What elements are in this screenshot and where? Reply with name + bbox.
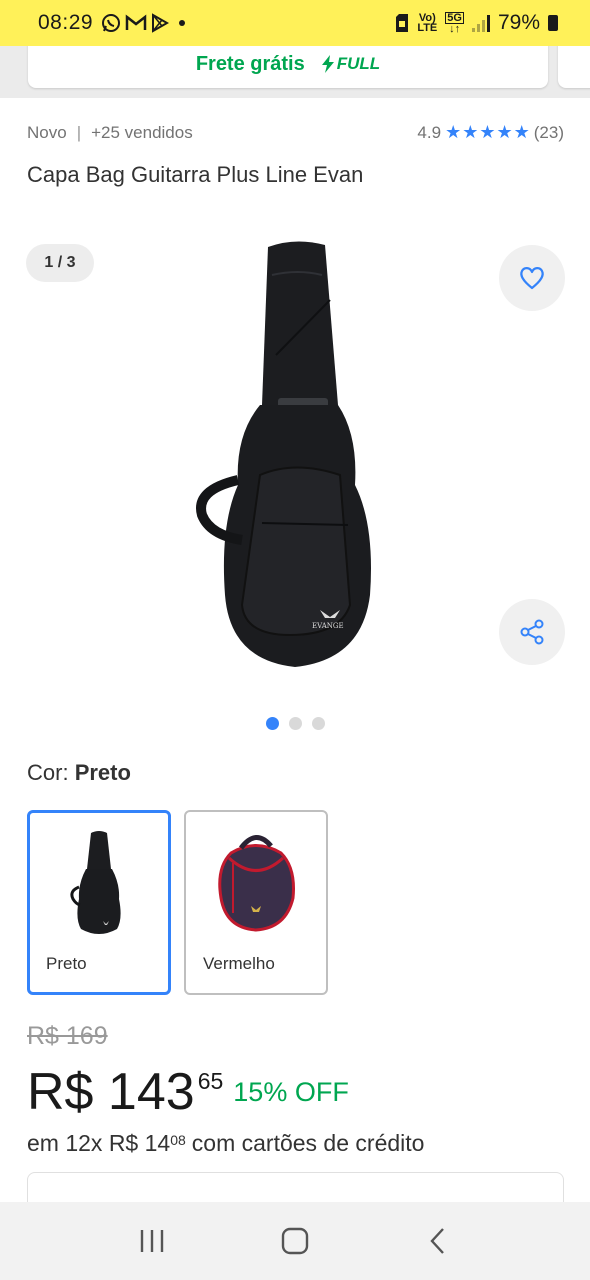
price-cents: 65 [197,1068,224,1094]
pagination-dot[interactable] [311,717,325,730]
black-bag-thumbnail [70,831,121,934]
installment-prefix: em 12x R$ 14 [27,1130,171,1156]
free-shipping-card[interactable]: Frete grátis FULL [28,46,548,88]
status-bar: 08:29 Vo) LTE 5G ↓↑ 79% [0,0,590,46]
star-icon: ★ [462,122,479,142]
installment-info[interactable]: em 12x R$ 14 08 com cartões de crédito [27,1130,424,1157]
volte-icon: Vo) LTE [417,12,438,34]
gallery-pagination[interactable] [0,717,590,730]
signal-icon [471,14,490,32]
review-count: (23) [533,122,564,142]
condition-label: Novo [27,122,67,142]
color-option-vermelho[interactable]: Vermelho [184,810,328,995]
rating-stars: ★ ★ ★ ★ ★ [445,122,530,143]
home-button[interactable] [265,1211,325,1271]
5g-icon: 5G ↓↑ [445,12,464,35]
star-icon: ★ [445,122,462,142]
sim-icon [396,14,409,32]
color-option-label: Preto [46,954,87,973]
system-nav-bar [0,1202,590,1280]
star-icon: ★ [496,122,513,142]
sold-count: +25 vendidos [91,122,193,142]
red-bag-thumbnail [218,835,295,932]
discount-badge: 15% OFF [233,1077,349,1107]
back-button[interactable] [408,1211,468,1271]
free-shipping-text: Frete grátis [195,52,305,75]
back-icon [430,1228,445,1254]
full-badge: FULL [321,54,380,74]
favorite-button[interactable] [499,245,565,311]
battery-level: 79% [497,11,540,34]
original-price: R$ 169 [27,1022,108,1050]
guitar-bag-image: EVANGE [196,241,371,667]
gmail-icon [125,14,147,30]
installment-cents: 08 [170,1132,186,1148]
star-icon: ★ [513,122,530,142]
color-option-label: Vermelho [203,954,275,973]
next-card[interactable] [558,46,590,88]
installment-suffix: com cartões de crédito [191,1130,425,1156]
share-button[interactable] [499,599,565,665]
product-title: Capa Bag Guitarra Plus Line Evan [27,162,364,187]
recent-apps-button[interactable] [122,1211,182,1271]
notification-icons [101,13,170,33]
selected-color: Preto [74,760,131,785]
price-amount: R$ 143 [27,1063,195,1121]
home-icon [281,1227,309,1255]
battery-icon [548,15,558,31]
product-meta: Novo | +25 vendidos 4.9 ★ ★ ★ ★ ★ (23) [27,122,564,143]
color-label: Cor: Preto [27,760,131,785]
recent-apps-icon [140,1230,163,1252]
pagination-dot[interactable] [265,717,279,730]
brand-logo: EVANGE [312,622,344,630]
current-price: R$ 143 65 15% OFF [27,1060,349,1124]
play-store-icon [152,13,170,33]
share-icon [520,619,544,645]
dot-icon [179,20,186,26]
status-time: 08:29 [38,11,94,34]
whatsapp-icon [102,14,121,32]
meta-separator: | [76,122,82,142]
rating-value: 4.9 [417,122,442,142]
pagination-dot[interactable] [288,717,302,730]
rating-summary[interactable]: 4.9 ★ ★ ★ ★ ★ (23) [417,122,564,143]
star-icon: ★ [479,122,496,142]
heart-icon [520,267,544,290]
lightning-icon [321,55,334,73]
shipping-strip: Frete grátis FULL [0,46,590,98]
color-option-preto[interactable]: Preto [27,810,171,995]
image-counter: 1 / 3 [26,244,94,282]
product-image[interactable]: EVANGE [190,235,400,685]
